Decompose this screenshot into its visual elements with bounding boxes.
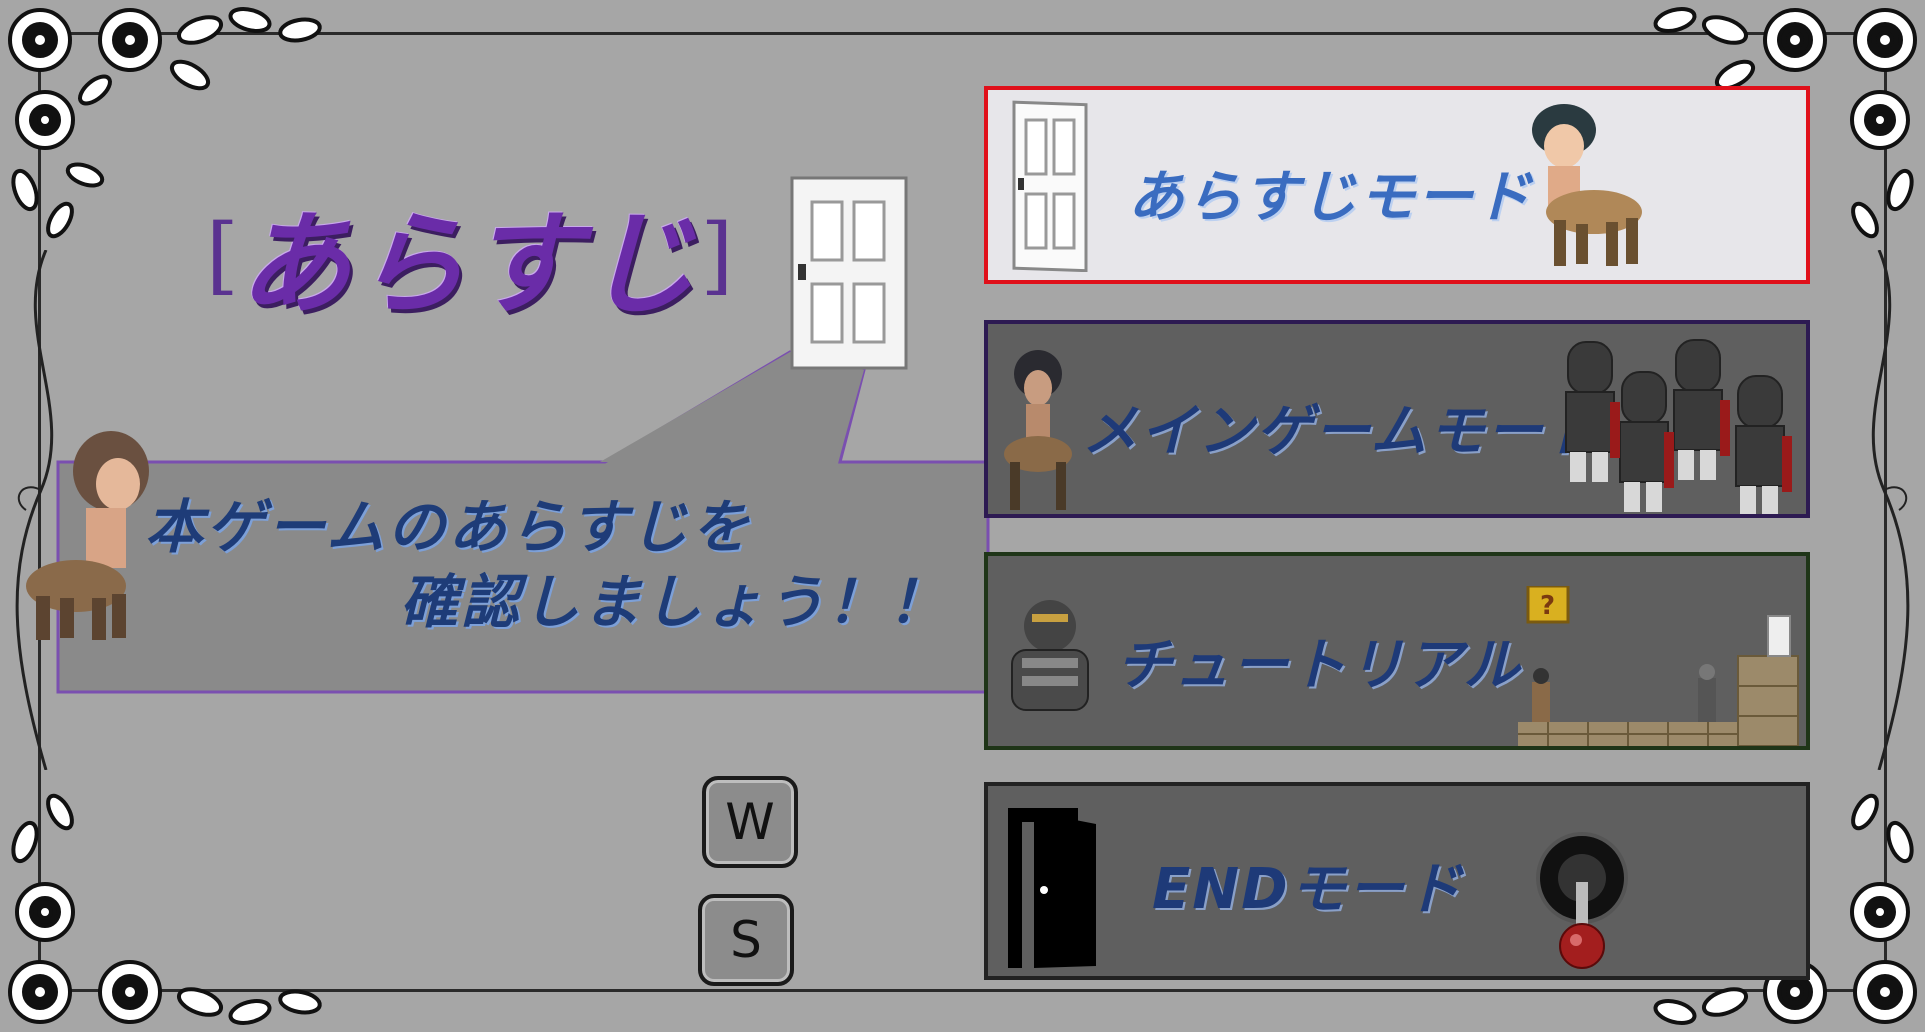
title-open-bracket: [ xyxy=(206,206,239,304)
menu-label: メインゲームモード xyxy=(1082,399,1603,464)
menu-label: あらすじモード xyxy=(1128,165,1533,230)
svg-text:?: ? xyxy=(1540,591,1555,621)
description-line-1: 本ゲームのあらすじを xyxy=(145,493,753,561)
title-close-bracket: ] xyxy=(700,206,734,304)
centaur-sprite xyxy=(26,431,149,640)
tutorial-preview: ? xyxy=(1518,586,1799,746)
centaur-sprite xyxy=(1004,350,1072,510)
page-title: [ あらすじ ] xyxy=(206,190,734,330)
menu-label: ENDモード xyxy=(1152,857,1464,922)
door-icon xyxy=(1012,100,1088,272)
s-key-hint: S xyxy=(698,894,794,986)
menu-label: チュートリアル xyxy=(1116,633,1522,698)
title-text: あらすじ xyxy=(238,200,701,330)
knight-sprite xyxy=(1011,600,1089,711)
w-key-hint: W xyxy=(702,776,798,868)
menu-item-tutorial[interactable]: チュートリアル ? xyxy=(984,552,1810,750)
menu-item-end-mode[interactable]: ENDモード xyxy=(984,782,1810,980)
description-line-2: 確認しましょう！！ xyxy=(400,568,950,636)
door-icon xyxy=(790,176,908,370)
joystick-icon xyxy=(1536,832,1628,969)
exit-door-icon xyxy=(1008,808,1096,968)
centaur-sprite xyxy=(1532,104,1642,266)
knight-sprite xyxy=(1565,339,1792,514)
menu-item-story-mode[interactable]: あらすじモード xyxy=(984,86,1810,284)
menu-item-main-game-mode[interactable]: メインゲームモード xyxy=(984,320,1810,518)
